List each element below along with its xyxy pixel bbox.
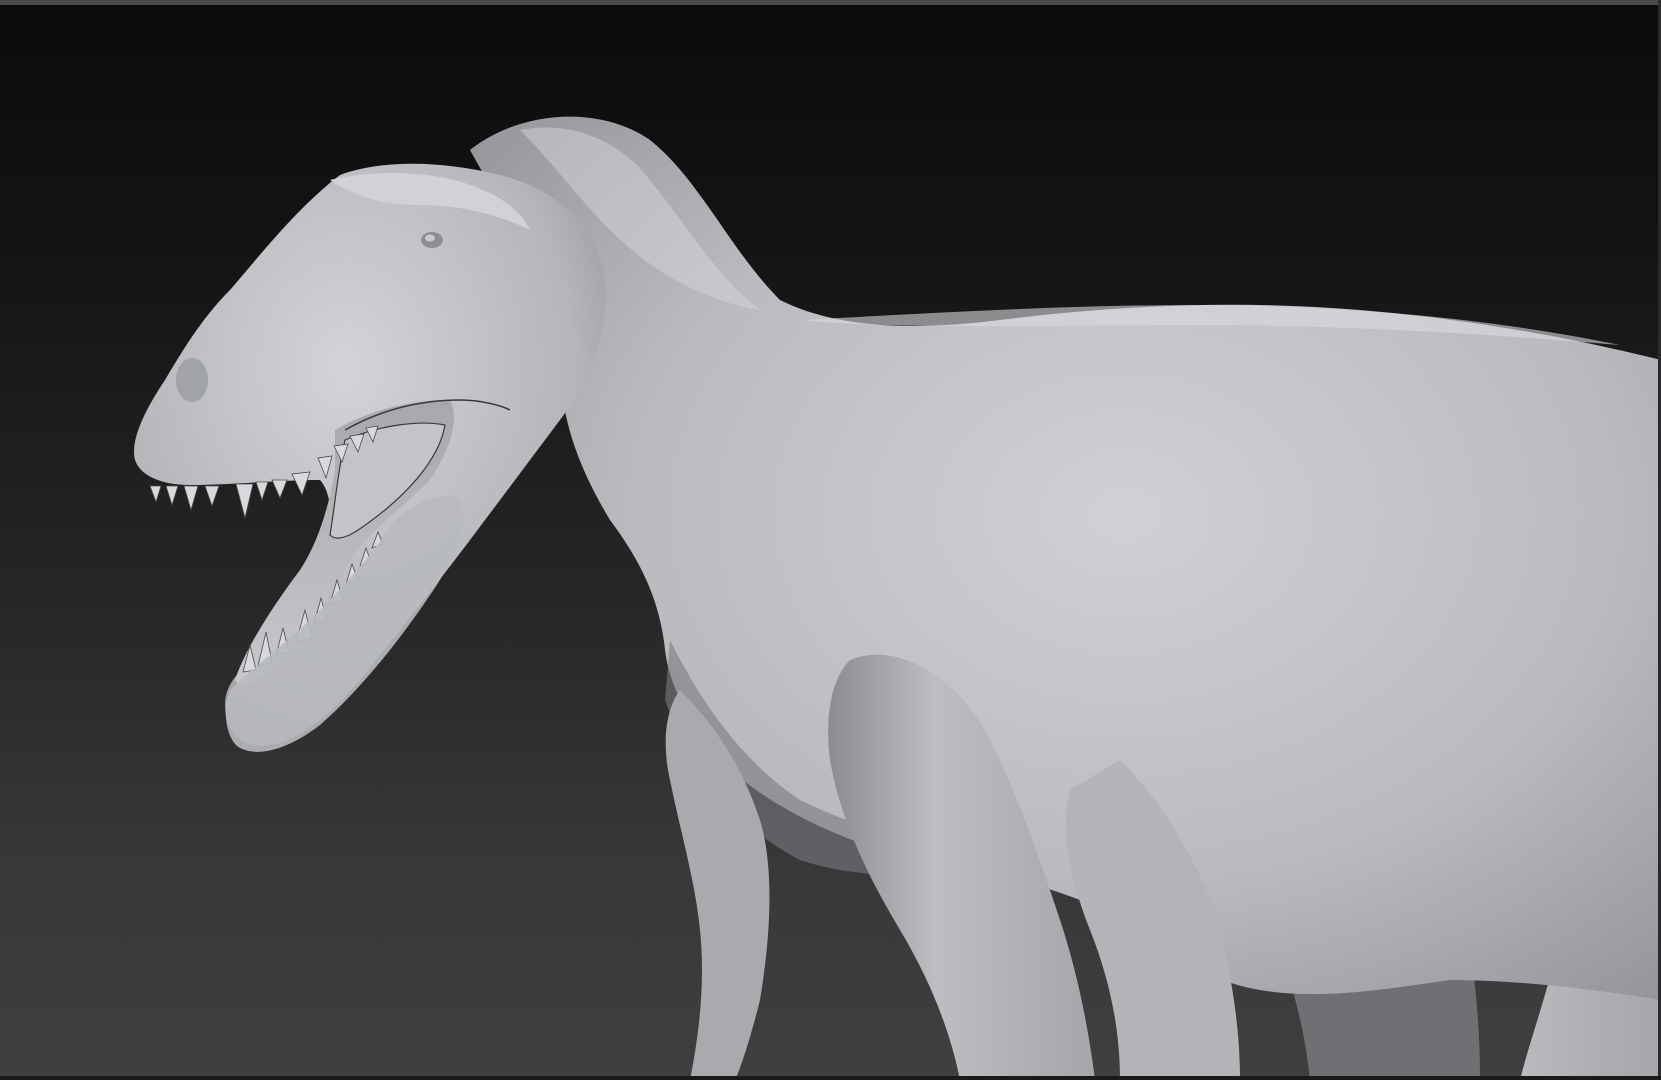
dinosaur-eye-highlight [425,234,435,242]
viewport-bottom-border [0,1076,1661,1080]
dinosaur-nostril [176,358,208,402]
3d-viewport[interactable] [0,0,1661,1080]
dinosaur-sculpt-model[interactable] [0,0,1661,1080]
